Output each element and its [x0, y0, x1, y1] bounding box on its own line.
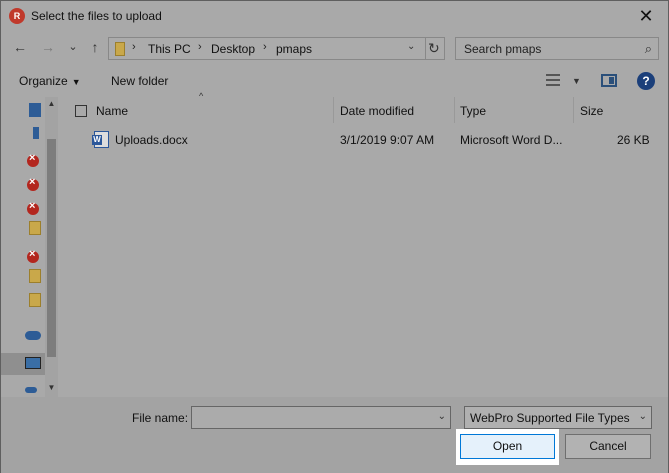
breadcrumb-separator-icon[interactable]: › — [198, 41, 202, 53]
open-button-highlight: Open — [456, 429, 559, 465]
file-name[interactable]: Uploads.docx — [115, 133, 188, 147]
file-date: 3/1/2019 9:07 AM — [340, 133, 435, 147]
file-row[interactable]: Uploads.docx 3/1/2019 9:07 AM Microsoft … — [61, 129, 667, 151]
select-all-checkbox[interactable] — [75, 105, 87, 117]
address-bar[interactable]: › This PC › Desktop › pmaps ⌄ ↻ — [108, 37, 445, 60]
chevron-down-icon: ⌄ — [638, 411, 647, 422]
view-options-chevron-icon[interactable]: ▼ — [572, 76, 581, 86]
file-size: 26 KB — [617, 133, 650, 147]
organize-label: Organize — [19, 74, 68, 88]
breadcrumb-this-pc[interactable]: This PC — [148, 42, 191, 56]
quick-access-icon[interactable] — [29, 103, 41, 117]
chevron-down-icon: ▼ — [71, 77, 81, 87]
recent-locations-chevron-icon[interactable]: ⌄ — [64, 37, 82, 57]
search-icon[interactable]: ⌕ — [645, 41, 652, 57]
scrollbar-thumb[interactable] — [47, 139, 56, 357]
address-divider — [425, 38, 426, 59]
back-arrow-icon[interactable]: ← — [11, 37, 29, 57]
downloads-icon[interactable] — [33, 127, 39, 139]
column-name-label: Name — [96, 104, 129, 118]
file-name-field[interactable]: ⌄ — [191, 406, 451, 429]
preview-pane-icon[interactable] — [601, 74, 617, 87]
navigation-scrollbar[interactable]: ▲ ▼ — [45, 97, 58, 397]
organize-menu[interactable]: Organize ▼ — [19, 74, 81, 88]
breadcrumb-separator-icon[interactable]: › — [263, 41, 267, 53]
error-overlay-icon[interactable] — [27, 248, 39, 263]
network-icon[interactable] — [25, 387, 37, 393]
chevron-down-icon[interactable]: ⌄ — [438, 411, 446, 422]
breadcrumb-pmaps[interactable]: pmaps — [276, 42, 312, 56]
column-header-name[interactable]: Name — [61, 97, 333, 123]
this-pc-icon[interactable] — [25, 357, 41, 369]
breadcrumb-desktop[interactable]: Desktop — [211, 42, 255, 56]
search-input[interactable]: Search pmaps ⌕ — [455, 37, 659, 60]
help-icon[interactable]: ? — [637, 72, 655, 90]
error-overlay-icon[interactable] — [27, 152, 39, 167]
open-button[interactable]: Open — [460, 434, 555, 459]
file-dialog: R Select the files to upload ✕ ← → ⌄ ↑ ›… — [0, 0, 669, 473]
webpro-logo-icon: R — [9, 8, 25, 24]
dialog-title: Select the files to upload — [31, 9, 162, 23]
folder-icon[interactable] — [29, 221, 41, 235]
column-date-label: Date modified — [340, 104, 415, 118]
file-type-select[interactable]: WebPro Supported File Types ⌄ — [464, 406, 652, 429]
folder-icon[interactable] — [29, 269, 41, 283]
scroll-up-icon[interactable]: ▲ — [45, 99, 58, 108]
address-dropdown-icon[interactable]: ⌄ — [407, 41, 415, 52]
dialog-footer: File name: ⌄ WebPro Supported File Types… — [1, 397, 668, 473]
up-one-level-icon[interactable]: ↑ — [86, 37, 104, 57]
close-icon[interactable]: ✕ — [634, 5, 658, 27]
navigation-row: ← → ⌄ ↑ › This PC › Desktop › pmaps ⌄ ↻ … — [1, 34, 668, 62]
new-folder-button[interactable]: New folder — [111, 74, 168, 88]
file-name-label: File name: — [132, 411, 189, 425]
word-doc-icon — [92, 131, 109, 148]
file-type: Microsoft Word D... — [460, 133, 563, 147]
search-placeholder: Search pmaps — [464, 42, 542, 56]
refresh-icon[interactable]: ↻ — [428, 40, 440, 57]
cancel-button[interactable]: Cancel — [565, 434, 651, 459]
column-header-type[interactable]: Type — [455, 97, 573, 123]
error-overlay-icon[interactable] — [27, 200, 39, 215]
column-type-label: Type — [460, 104, 487, 118]
title-bar: R Select the files to upload ✕ — [1, 1, 668, 32]
scroll-down-icon[interactable]: ▼ — [45, 383, 58, 392]
change-view-icon[interactable] — [546, 74, 560, 86]
navigation-pane: ▲ ▼ — [1, 97, 58, 397]
folder-icon — [115, 42, 125, 56]
error-overlay-icon[interactable] — [27, 176, 39, 191]
file-list: ^ Name Date modified Type Size Uploads.d… — [61, 91, 667, 397]
forward-arrow-icon[interactable]: → — [39, 37, 57, 57]
file-type-selected: WebPro Supported File Types — [470, 411, 630, 425]
onedrive-icon[interactable] — [25, 331, 41, 340]
folder-icon[interactable] — [29, 293, 41, 307]
column-size-label: Size — [580, 104, 604, 118]
column-header-date[interactable]: Date modified — [334, 97, 454, 123]
column-header-size[interactable]: Size — [574, 97, 664, 123]
breadcrumb-separator-icon: › — [132, 41, 136, 53]
command-bar: Organize ▼ New folder ▼ ? — [1, 67, 668, 95]
